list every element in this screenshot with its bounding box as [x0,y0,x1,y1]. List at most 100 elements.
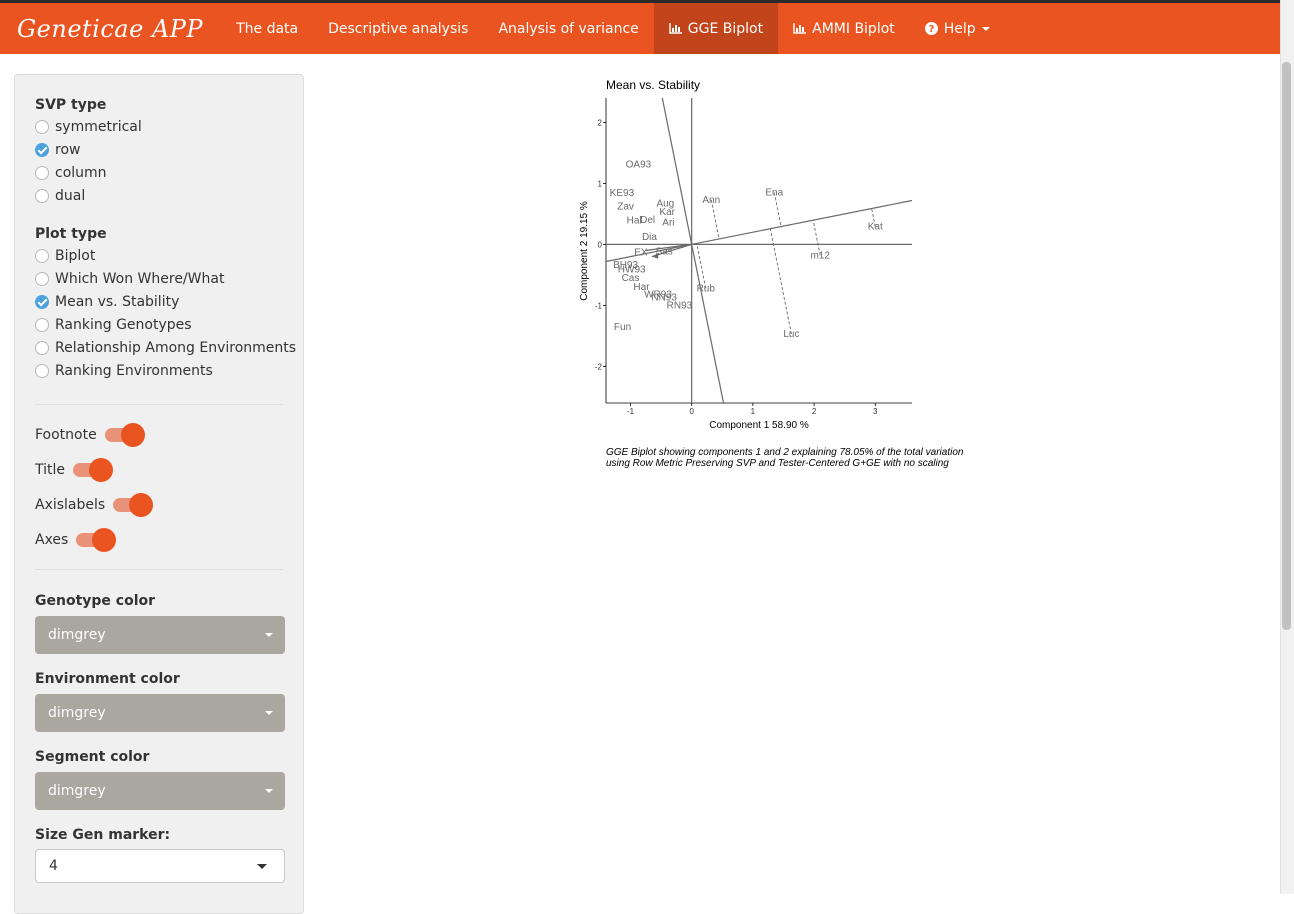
tab-gge-biplot[interactable]: GGE Biplot [653,3,779,54]
radio-button[interactable] [35,120,49,134]
select-value: dimgrey [48,783,106,799]
option-label: symmetrical [55,119,142,135]
genotype-label: Dia [642,232,657,243]
environment-projection-segment [696,243,707,289]
genotype-label: EX [634,247,648,258]
toggle-knob[interactable] [120,423,145,447]
size-gen-marker-label: Size Gen marker: [35,827,171,843]
tab-analysis-of-variance[interactable]: Analysis of variance [483,3,653,54]
chevron-down-icon [981,26,990,31]
genotype-color-select[interactable]: dimgrey [35,616,285,654]
radio-button[interactable] [35,189,49,203]
footnote-line-2: using Row Metric Preserving SVP and Test… [606,458,949,469]
svg-text:?: ? [928,24,934,35]
genotype-label: Zav [617,202,634,213]
toggle-knob[interactable] [129,493,154,517]
gge-biplot-chart: Mean vs. Stability -1 0 1 2 3 -2 -1 0 1 2 Ann Ena Ka… [579,78,913,431]
title-toggle[interactable] [73,458,115,482]
bar-chart-icon [669,23,682,34]
plot-option-ranking-environments[interactable]: Ranking Environments [35,363,213,379]
divider [35,404,283,405]
plot-option-relationship-environments[interactable]: Relationship Among Environments [35,340,296,356]
scrollbar-thumb[interactable] [1282,62,1291,630]
tab-help-label: Help [943,20,976,37]
tab-ammi-biplot[interactable]: AMMI Biplot [778,3,910,54]
radio-button[interactable] [35,249,49,263]
title-switch-row: Title [35,458,115,482]
option-label: Ranking Environments [55,363,213,379]
y-axis-label: Component 2 19.15 % [579,201,590,301]
genotype-label: Kar [659,207,675,218]
option-label: Biplot [55,248,96,264]
svp-type-label: SVP type [35,97,107,113]
radio-button[interactable] [35,318,49,332]
svp-option-column[interactable]: column [35,165,107,181]
x-tick-label: 3 [873,407,878,416]
top-navbar: Geneticae APP The data Descriptive analy… [0,0,1280,54]
svp-option-row[interactable]: row [35,142,80,158]
axislabels-toggle[interactable] [113,493,155,517]
option-label: Which Won Where/What [55,271,225,287]
option-label: Relationship Among Environments [55,340,297,356]
radio-button[interactable] [35,341,49,355]
genotype-label: Hal [627,216,642,227]
average-environment-abscissa [605,199,913,263]
tab-gge-biplot-label: GGE Biplot [687,20,764,37]
app-brand[interactable]: Geneticae APP [0,3,221,54]
radio-button-checked[interactable] [35,143,49,157]
chevron-down-icon [265,711,273,715]
axes-toggle[interactable] [76,528,118,552]
radio-button[interactable] [35,166,49,180]
environment-color-label: Environment color [35,671,180,687]
x-axis-label: Component 1 58.90 % [709,420,809,431]
environment-label: Ena [765,188,783,199]
select-value: dimgrey [48,627,106,643]
plot-option-mean-vs-stability[interactable]: Mean vs. Stability [35,294,179,310]
toggle-knob[interactable] [89,458,114,482]
switch-label: Footnote [35,427,97,443]
tab-help[interactable]: ? Help [910,3,1005,54]
bar-chart-icon [793,23,807,34]
environment-label: Kat [868,222,883,233]
tab-descriptive-analysis[interactable]: Descriptive analysis [313,3,483,54]
genotype-label: Fun [614,322,631,333]
tab-the-data[interactable]: The data [221,3,313,54]
plot-footnote: GGE Biplot showing components 1 and 2 ex… [606,447,963,469]
tab-analysis-of-variance-label: Analysis of variance [498,20,639,37]
segment-color-label: Segment color [35,749,150,765]
y-tick-label: 1 [598,179,603,188]
genotype-color-label: Genotype color [35,593,156,609]
radio-button[interactable] [35,272,49,286]
footnote-toggle[interactable] [104,423,147,447]
plot-option-biplot[interactable]: Biplot [35,248,95,264]
svp-option-dual[interactable]: dual [35,188,85,204]
chevron-down-icon [265,633,273,637]
select-value: dimgrey [48,705,106,721]
svp-option-symmetrical[interactable]: symmetrical [35,119,142,135]
switch-label: Axislabels [35,497,106,513]
chevron-down-icon [265,789,273,793]
y-tick-label: -2 [595,362,603,371]
option-label: row [55,142,81,158]
tab-ammi-biplot-label: AMMI Biplot [812,20,895,37]
select-value: 4 [49,858,58,874]
chart-title: Mean vs. Stability [606,78,700,92]
x-tick-label: 0 [689,407,694,416]
size-gen-marker-select[interactable]: 4 [35,849,285,883]
genotype-label: RN93 [667,300,693,311]
option-label: dual [55,188,86,204]
radio-button[interactable] [35,364,49,378]
environment-color-select[interactable]: dimgrey [35,694,285,732]
option-label: Mean vs. Stability [55,294,180,310]
x-tick-label: 1 [751,407,756,416]
axes-switch-row: Axes [35,528,118,552]
segment-color-select[interactable]: dimgrey [35,772,285,810]
plot-option-which-won[interactable]: Which Won Where/What [35,271,224,287]
question-circle-icon: ? [924,22,938,35]
axislabels-switch-row: Axislabels [35,493,155,517]
toggle-knob[interactable] [92,528,117,552]
radio-button-checked[interactable] [35,295,49,309]
environment-label: Ann [702,195,720,206]
y-tick-label: 2 [598,118,603,127]
plot-option-ranking-genotypes[interactable]: Ranking Genotypes [35,317,192,333]
